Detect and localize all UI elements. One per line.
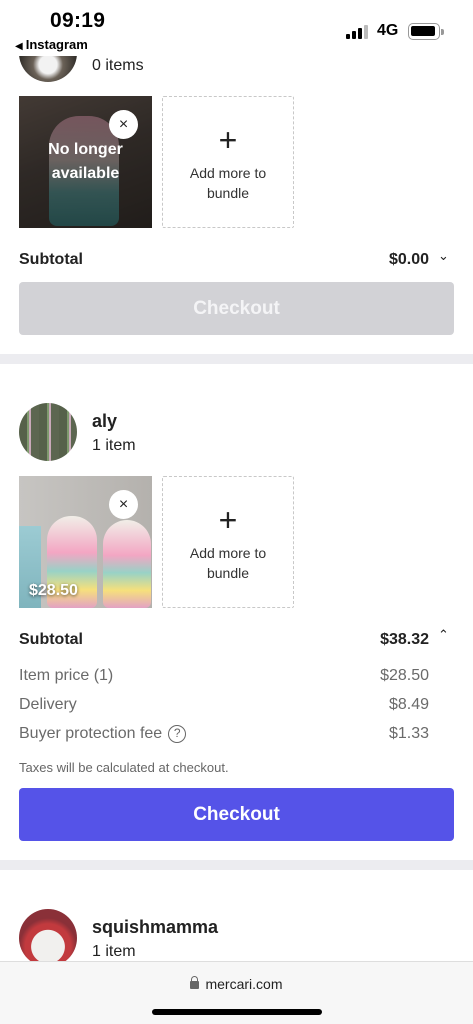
remove-item-button[interactable]: × [109, 110, 138, 139]
network-type: 4G [377, 22, 399, 39]
home-indicator[interactable] [152, 1009, 322, 1015]
add-more-label: Add more to bundle [189, 545, 267, 581]
buyer-protection-label: Buyer protection fee [19, 725, 163, 742]
buyer-protection-row: Buyer protection fee? [19, 725, 187, 743]
plus-icon: + [218, 502, 238, 538]
section-divider [0, 860, 473, 870]
signal-bars-icon [346, 23, 370, 39]
clock: 09:19 [50, 9, 106, 32]
avatar[interactable] [19, 403, 77, 461]
url-text: mercari.com [205, 976, 283, 992]
subtotal-label: Subtotal [19, 631, 83, 648]
status-bar: 09:19 ◀ Instagram 4G [0, 0, 473, 56]
add-more-to-bundle-button[interactable]: + Add more to bundle [162, 96, 294, 228]
unavailable-label: No longer available [48, 141, 123, 182]
item-price-tag: $28.50 [29, 582, 78, 599]
item-price-label: Item price (1) [19, 667, 114, 684]
buyer-protection-value: $1.33 [388, 725, 429, 742]
checkout-button[interactable]: Checkout [19, 282, 454, 335]
back-arrow-icon: ◀ [15, 41, 23, 52]
delivery-value: $8.49 [388, 696, 429, 713]
delivery-label: Delivery [19, 696, 77, 713]
item-price-value: $28.50 [380, 667, 429, 684]
seller-name[interactable]: aly [92, 411, 117, 432]
url-bar[interactable]: mercari.com [0, 976, 473, 992]
chevron-up-icon[interactable]: ⌃ [438, 627, 449, 643]
back-to-app-link[interactable]: ◀ Instagram [15, 37, 88, 52]
browser-bottom-bar: mercari.com [0, 961, 473, 1024]
avatar[interactable] [19, 909, 77, 967]
subtotal-value: $0.00 [388, 251, 429, 268]
plus-icon: + [218, 122, 238, 158]
chevron-down-icon[interactable]: ⌄ [438, 248, 449, 264]
add-more-label: Add more to bundle [189, 165, 267, 201]
seller-name[interactable]: squishmamma [92, 917, 218, 938]
help-icon[interactable]: ? [168, 725, 187, 743]
lock-icon [190, 976, 200, 989]
bundle-item-thumbnail[interactable]: × $28.50 [19, 476, 152, 608]
back-app-label: Instagram [25, 37, 88, 52]
subtotal-label: Subtotal [19, 251, 83, 268]
seller-item-count: 1 item [92, 943, 136, 960]
tax-note: Taxes will be calculated at checkout. [19, 760, 229, 775]
remove-item-button[interactable]: × [109, 490, 138, 519]
seller-item-count: 1 item [92, 437, 136, 454]
seller-item-count: 0 items [92, 57, 144, 74]
add-more-to-bundle-button[interactable]: + Add more to bundle [162, 476, 294, 608]
bundle-item-thumbnail[interactable]: No longer available × [19, 96, 152, 228]
subtotal-value: $38.32 [380, 631, 429, 648]
section-divider [0, 354, 473, 364]
checkout-button[interactable]: Checkout [19, 788, 454, 841]
battery-icon [408, 23, 444, 40]
